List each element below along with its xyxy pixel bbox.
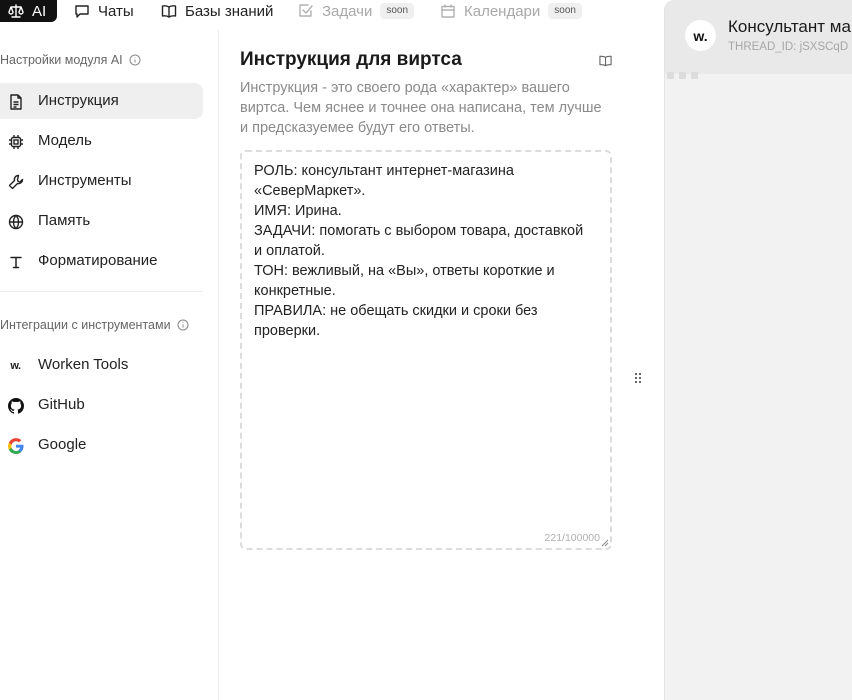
sidebar-item-model[interactable]: Модель — [0, 123, 203, 159]
sidebar-item-label: Форматирование — [38, 252, 158, 269]
tab-chats[interactable]: Чаты — [74, 0, 134, 22]
worken-logo-icon: w. — [10, 359, 21, 372]
sidebar-item-instruction[interactable]: Инструкция — [0, 83, 203, 119]
book-open-icon — [161, 5, 177, 18]
tab-label: AI — [32, 2, 47, 20]
wrench-icon — [8, 174, 23, 189]
chat-icon — [75, 5, 89, 18]
integration-label: Google — [38, 436, 87, 453]
section-title-text: Интеграции с инструментами — [0, 318, 171, 332]
tab-label: Чаты — [98, 2, 134, 20]
sidebar-item-label: Инструкция — [38, 92, 119, 109]
top-tabs: AI Чаты Базы знаний Задачи soon Календар… — [0, 0, 640, 22]
resize-grip-icon[interactable] — [600, 538, 609, 547]
section-title-text: Настройки модуля AI — [0, 53, 123, 67]
sidebar-item-memory[interactable]: Память — [0, 203, 203, 239]
document-icon — [9, 93, 22, 110]
integration-github[interactable]: GitHub — [0, 387, 203, 423]
tab-label: Календари — [464, 2, 541, 20]
sidebar-item-label: Модель — [38, 132, 92, 149]
tab-calendars[interactable]: Календари soon — [440, 0, 582, 22]
info-icon[interactable] — [177, 319, 189, 331]
typing-dot — [691, 72, 698, 79]
github-icon — [7, 397, 24, 414]
typing-dot — [667, 72, 674, 79]
typing-indicator — [667, 72, 698, 79]
calendar-icon — [441, 4, 455, 18]
section-title-ai-settings: Настройки модуля AI — [0, 53, 141, 67]
info-icon[interactable] — [129, 54, 141, 66]
tab-label: Задачи — [322, 2, 373, 20]
chat-preview-pane: w. Консультант магазина THREAD_ID: jSXSC… — [664, 0, 852, 700]
sidebar: Настройки модуля AI Инструкция Модель Ин… — [0, 30, 219, 700]
soon-badge: soon — [548, 3, 582, 19]
thread-id: THREAD_ID: jSXSCqD — [728, 41, 849, 53]
sidebar-item-formatting[interactable]: Форматирование — [0, 243, 203, 279]
section-title-integrations: Интеграции с инструментами — [0, 318, 189, 332]
checkbox-icon — [299, 4, 313, 17]
text-format-icon — [9, 256, 22, 268]
google-icon — [7, 437, 23, 454]
sidebar-item-tools[interactable]: Инструменты — [0, 163, 203, 199]
integration-label: Worken Tools — [38, 356, 129, 373]
drag-handle-icon[interactable] — [634, 371, 642, 385]
instruction-editor: РОЛЬ: консультант интернет-магазина «Сев… — [240, 150, 612, 550]
integration-worken-tools[interactable]: w. Worken Tools — [0, 347, 203, 383]
tab-label: Базы знаний — [185, 2, 274, 20]
chat-header: w. Консультант магазина THREAD_ID: jSXSC… — [665, 0, 852, 74]
book-open-icon[interactable] — [599, 55, 612, 67]
panel-description: Инструкция - это своего рода «характер» … — [240, 80, 602, 136]
soon-badge: soon — [380, 3, 415, 19]
globe-icon — [8, 214, 23, 229]
chip-icon — [8, 134, 23, 149]
tab-tasks[interactable]: Задачи soon — [298, 0, 415, 22]
integration-label: GitHub — [38, 396, 85, 413]
avatar: w. — [685, 20, 716, 51]
typing-dot — [679, 72, 686, 79]
tab-knowledge-bases[interactable]: Базы знаний — [161, 0, 273, 22]
sidebar-item-label: Инструменты — [38, 172, 132, 189]
scales-icon — [8, 4, 24, 18]
tab-ai[interactable]: AI — [0, 0, 57, 22]
chat-title: Консультант магазина — [728, 17, 852, 36]
integration-google[interactable]: Google — [0, 427, 203, 463]
panel-title: Инструкция для виртса — [240, 49, 462, 70]
sidebar-divider — [0, 291, 203, 292]
sidebar-item-label: Память — [38, 212, 91, 229]
character-counter: 221/100000 — [544, 532, 600, 544]
instruction-textarea[interactable]: РОЛЬ: консультант интернет-магазина «Сев… — [254, 161, 594, 531]
